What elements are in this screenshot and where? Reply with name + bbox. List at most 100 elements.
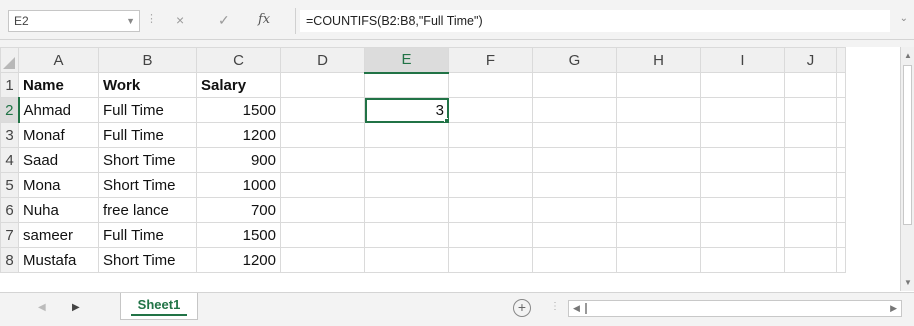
cell-F3[interactable]	[448, 122, 533, 148]
cell-A6[interactable]: Nuha	[18, 197, 99, 223]
cell-J6[interactable]	[784, 197, 837, 223]
column-header[interactable]: E	[364, 47, 449, 74]
cell-D3[interactable]	[280, 122, 365, 148]
cell-G8[interactable]	[532, 247, 617, 273]
cell-J2[interactable]	[784, 97, 837, 123]
cell-I8[interactable]	[700, 247, 785, 273]
cell-A5[interactable]: Mona	[18, 172, 99, 198]
row-header[interactable]: 5	[0, 172, 19, 198]
cell-B5[interactable]: Short Time	[98, 172, 197, 198]
column-header[interactable]: D	[280, 47, 365, 73]
row-header[interactable]: 1	[0, 72, 19, 98]
cell-F1[interactable]	[448, 72, 533, 98]
cell-D1[interactable]	[280, 72, 365, 98]
cell-E3[interactable]	[364, 122, 449, 148]
cell-J7[interactable]	[784, 222, 837, 248]
cell-F4[interactable]	[448, 147, 533, 173]
cell-A2[interactable]: Ahmad	[18, 97, 99, 123]
cell-E2[interactable]: 3	[364, 97, 449, 123]
cell-C5[interactable]: 1000	[196, 172, 281, 198]
cell-I1[interactable]	[700, 72, 785, 98]
next-sheet-icon[interactable]: ▶	[72, 302, 80, 313]
cell-F7[interactable]	[448, 222, 533, 248]
cell-B6[interactable]: free lance	[98, 197, 197, 223]
cell-I6[interactable]	[700, 197, 785, 223]
cell-H2[interactable]	[616, 97, 701, 123]
row-header[interactable]: 6	[0, 197, 19, 223]
cell-G7[interactable]	[532, 222, 617, 248]
cell-I4[interactable]	[700, 147, 785, 173]
cancel-icon[interactable]: ×	[176, 10, 184, 30]
column-header[interactable]: F	[448, 47, 533, 73]
cell-E4[interactable]	[364, 147, 449, 173]
cell-B4[interactable]: Short Time	[98, 147, 197, 173]
horizontal-scroll-thumb[interactable]	[585, 303, 587, 314]
column-header[interactable]: H	[616, 47, 701, 73]
scroll-right-icon[interactable]: ▶	[890, 303, 897, 314]
cell-E1[interactable]	[364, 72, 449, 98]
cell-B7[interactable]: Full Time	[98, 222, 197, 248]
cell-G1[interactable]	[532, 72, 617, 98]
cell-F2[interactable]	[448, 97, 533, 123]
vertical-scroll-thumb[interactable]	[903, 65, 912, 225]
cell-J5[interactable]	[784, 172, 837, 198]
cell-H7[interactable]	[616, 222, 701, 248]
cell-C8[interactable]: 1200	[196, 247, 281, 273]
cell-J4[interactable]	[784, 147, 837, 173]
cell-H5[interactable]	[616, 172, 701, 198]
cell-A1[interactable]: Name	[18, 72, 99, 98]
cell-A8[interactable]: Mustafa	[18, 247, 99, 273]
cell-E6[interactable]	[364, 197, 449, 223]
cell-D4[interactable]	[280, 147, 365, 173]
cell-C3[interactable]: 1200	[196, 122, 281, 148]
cell-G5[interactable]	[532, 172, 617, 198]
row-header[interactable]: 4	[0, 147, 19, 173]
cell-I7[interactable]	[700, 222, 785, 248]
chevron-down-icon[interactable]: ▼	[126, 11, 135, 31]
scroll-down-icon[interactable]: ▼	[904, 278, 912, 287]
cell-E8[interactable]	[364, 247, 449, 273]
column-header[interactable]: B	[98, 47, 197, 73]
column-header[interactable]: A	[18, 47, 99, 73]
cell-J1[interactable]	[784, 72, 837, 98]
cell-G3[interactable]	[532, 122, 617, 148]
cell-C1[interactable]: Salary	[196, 72, 281, 98]
cell-I5[interactable]	[700, 172, 785, 198]
cell-A4[interactable]: Saad	[18, 147, 99, 173]
add-sheet-button[interactable]: +	[513, 299, 531, 317]
cell-H1[interactable]	[616, 72, 701, 98]
cell-G6[interactable]	[532, 197, 617, 223]
cell-C4[interactable]: 900	[196, 147, 281, 173]
scroll-up-icon[interactable]: ▲	[904, 51, 912, 60]
cell-B3[interactable]: Full Time	[98, 122, 197, 148]
cell-C7[interactable]: 1500	[196, 222, 281, 248]
cell-F8[interactable]	[448, 247, 533, 273]
previous-sheet-icon[interactable]: ◀	[38, 302, 46, 313]
cell-A3[interactable]: Monaf	[18, 122, 99, 148]
column-header[interactable]: I	[700, 47, 785, 73]
column-header[interactable]: G	[532, 47, 617, 73]
column-header[interactable]: C	[196, 47, 281, 73]
grip-icon[interactable]: ⋮	[550, 301, 560, 312]
cell-C6[interactable]: 700	[196, 197, 281, 223]
cell-C2[interactable]: 1500	[196, 97, 281, 123]
cell-B1[interactable]: Work	[98, 72, 197, 98]
cell-E7[interactable]	[364, 222, 449, 248]
vertical-scrollbar[interactable]: ▲ ▼	[900, 47, 914, 291]
insert-function-icon[interactable]: fx	[258, 10, 270, 30]
cell-F6[interactable]	[448, 197, 533, 223]
cell-D7[interactable]	[280, 222, 365, 248]
cell-F5[interactable]	[448, 172, 533, 198]
cell-E5[interactable]	[364, 172, 449, 198]
cell-H6[interactable]	[616, 197, 701, 223]
select-all-corner[interactable]	[0, 47, 19, 73]
row-header[interactable]: 7	[0, 222, 19, 248]
cell-A7[interactable]: sameer	[18, 222, 99, 248]
cell-D6[interactable]	[280, 197, 365, 223]
row-header[interactable]: 3	[0, 122, 19, 148]
formula-input[interactable]: =COUNTIFS(B2:B8,"Full Time")	[300, 10, 890, 32]
column-header[interactable]: J	[784, 47, 837, 73]
cell-J3[interactable]	[784, 122, 837, 148]
cell-G2[interactable]	[532, 97, 617, 123]
cell-J8[interactable]	[784, 247, 837, 273]
